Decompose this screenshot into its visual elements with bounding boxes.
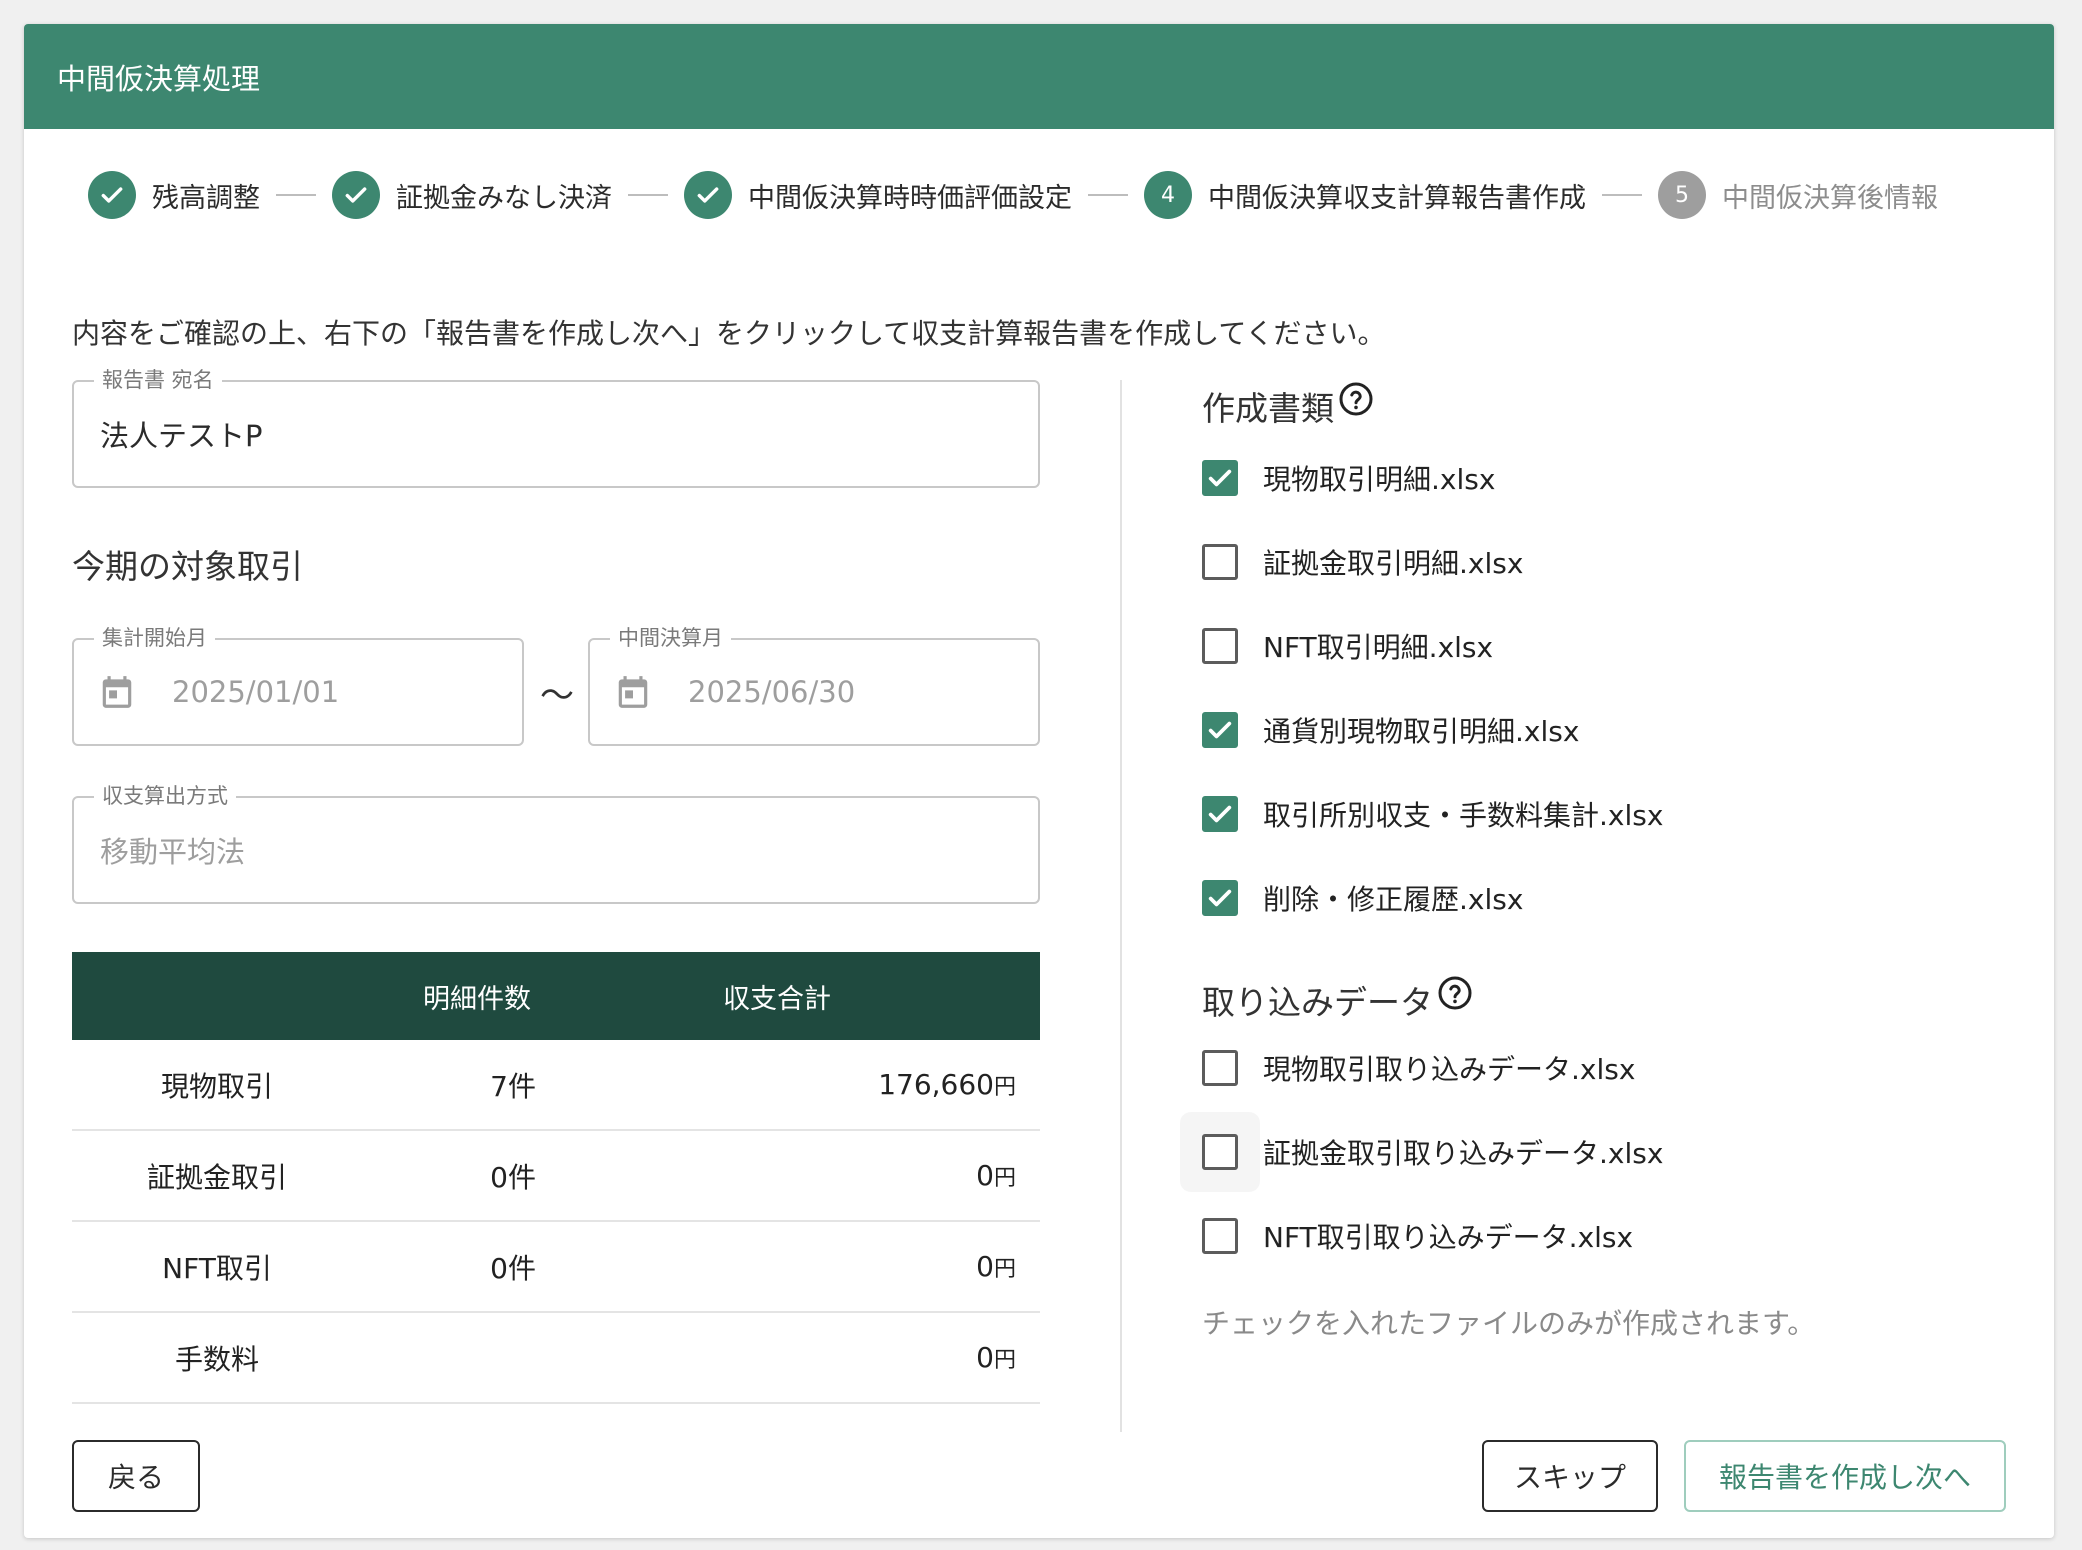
checkbox[interactable] bbox=[1202, 1218, 1238, 1254]
report-name-legend: 報告書 宛名 bbox=[94, 368, 222, 392]
step-connector bbox=[1088, 194, 1128, 196]
step-label: 残高調整 bbox=[152, 182, 260, 214]
checkbox-label[interactable]: 現物取引取り込みデータ.xlsx bbox=[1263, 1048, 1635, 1088]
dialog-header: 中間仮決算処理 bbox=[24, 24, 2054, 129]
row-count: 7件 bbox=[490, 1069, 536, 1103]
stepper: 残高調整 証拠金みなし決済 中間仮決算時時価評価設定 4 中間仮決算収支計算報告… bbox=[88, 169, 1938, 221]
start-date-legend: 集計開始月 bbox=[94, 626, 215, 650]
check-icon bbox=[1208, 889, 1232, 907]
checkbox-label[interactable]: 現物取引明細.xlsx bbox=[1263, 458, 1495, 498]
checkbox-row[interactable]: NFT取引明細.xlsx bbox=[1202, 624, 1493, 668]
start-date-value: 2025/01/01 bbox=[172, 675, 340, 709]
documents-section-title: 作成書類 bbox=[1202, 382, 1374, 430]
check-icon bbox=[1208, 469, 1232, 487]
checkbox-label[interactable]: 削除・修正履歴.xlsx bbox=[1263, 878, 1523, 918]
checkbox-label[interactable]: 取引所別収支・手数料集計.xlsx bbox=[1263, 794, 1663, 834]
skip-button[interactable]: スキップ bbox=[1482, 1440, 1658, 1512]
report-name-value[interactable]: 法人テストP bbox=[100, 413, 263, 455]
end-date-legend: 中間決算月 bbox=[610, 626, 731, 650]
checkbox[interactable] bbox=[1202, 796, 1238, 832]
end-date-value: 2025/06/30 bbox=[688, 675, 856, 709]
dialog-card: 中間仮決算処理 残高調整 証拠金みなし決済 中間仮決算時時価評価設定 4 中間仮… bbox=[24, 24, 2054, 1538]
row-total: 0円 bbox=[976, 1159, 1016, 1192]
step-label: 中間仮決算時時価評価設定 bbox=[748, 182, 1072, 214]
checkbox[interactable] bbox=[1202, 544, 1238, 580]
row-name: NFT取引 bbox=[162, 1251, 272, 1285]
checkbox-label[interactable]: 通貨別現物取引明細.xlsx bbox=[1263, 710, 1579, 750]
row-name: 証拠金取引 bbox=[146, 1160, 287, 1194]
checkbox[interactable] bbox=[1202, 1134, 1238, 1170]
date-range-separator: 〜 bbox=[540, 676, 574, 716]
checkbox-label[interactable]: 証拠金取引取り込みデータ.xlsx bbox=[1263, 1132, 1663, 1172]
check-icon bbox=[684, 171, 732, 219]
help-circle-icon[interactable] bbox=[1338, 381, 1374, 417]
checkbox-row[interactable]: 証拠金取引取り込みデータ.xlsx bbox=[1202, 1130, 1663, 1174]
step-label: 中間仮決算後情報 bbox=[1722, 182, 1938, 214]
start-date-field[interactable]: 集計開始月 2025/01/01 bbox=[72, 626, 524, 746]
calculation-method-value: 移動平均法 bbox=[100, 835, 246, 869]
step-connector bbox=[276, 194, 316, 196]
row-count: 0件 bbox=[490, 1160, 536, 1194]
check-icon bbox=[88, 171, 136, 219]
calendar-icon[interactable] bbox=[614, 672, 652, 712]
checkbox-label[interactable]: NFT取引取り込みデータ.xlsx bbox=[1263, 1216, 1633, 1256]
step-2: 証拠金みなし決済 bbox=[332, 171, 612, 219]
period-section-title: 今期の対象取引 bbox=[72, 547, 303, 586]
check-icon bbox=[332, 171, 380, 219]
checkbox[interactable] bbox=[1202, 880, 1238, 916]
check-icon bbox=[1208, 721, 1232, 739]
checkbox[interactable] bbox=[1202, 628, 1238, 664]
create-report-next-button[interactable]: 報告書を作成し次へ bbox=[1684, 1440, 2006, 1512]
help-circle-icon[interactable] bbox=[1437, 975, 1473, 1011]
calendar-icon[interactable] bbox=[98, 672, 136, 712]
step-label: 証拠金みなし決済 bbox=[396, 182, 612, 214]
step-label: 中間仮決算収支計算報告書作成 bbox=[1208, 182, 1586, 214]
row-total: 0円 bbox=[976, 1250, 1016, 1283]
end-date-field[interactable]: 中間決算月 2025/06/30 bbox=[588, 626, 1040, 746]
row-total: 0円 bbox=[976, 1341, 1016, 1374]
step-4: 4 中間仮決算収支計算報告書作成 bbox=[1144, 171, 1586, 219]
calculation-method-field: 収支算出方式 移動平均法 bbox=[72, 784, 1040, 904]
column-header-total: 収支合計 bbox=[723, 983, 831, 1015]
step-1: 残高調整 bbox=[88, 171, 260, 219]
summary-table: 明細件数 収支合計 現物取引 7件 176,660円 証拠金取引 0件 0円 N… bbox=[72, 952, 1040, 1404]
instruction-text: 内容をご確認の上、右下の「報告書を作成し次へ」をクリックして収支計算報告書を作成… bbox=[72, 317, 1386, 350]
table-row: NFT取引 0件 0円 bbox=[72, 1222, 1040, 1313]
checkbox-label[interactable]: 証拠金取引明細.xlsx bbox=[1263, 542, 1523, 582]
step-number: 5 bbox=[1658, 171, 1706, 219]
checkbox-row[interactable]: 現物取引明細.xlsx bbox=[1202, 456, 1495, 500]
check-icon bbox=[1208, 805, 1232, 823]
table-row: 手数料 0円 bbox=[72, 1313, 1040, 1404]
step-number: 4 bbox=[1144, 171, 1192, 219]
imports-section-title: 取り込みデータ bbox=[1202, 976, 1473, 1024]
dialog-title: 中間仮決算処理 bbox=[57, 61, 261, 96]
checkbox-row[interactable]: 証拠金取引明細.xlsx bbox=[1202, 540, 1523, 584]
checkbox[interactable] bbox=[1202, 712, 1238, 748]
back-button[interactable]: 戻る bbox=[72, 1440, 200, 1512]
calculation-method-legend: 収支算出方式 bbox=[94, 784, 236, 808]
column-divider bbox=[1120, 380, 1122, 1432]
row-count: 0件 bbox=[490, 1251, 536, 1285]
step-connector bbox=[1602, 194, 1642, 196]
checkbox[interactable] bbox=[1202, 460, 1238, 496]
checkbox-row[interactable]: 削除・修正履歴.xlsx bbox=[1202, 876, 1523, 920]
step-connector bbox=[628, 194, 668, 196]
checkbox-row[interactable]: NFT取引取り込みデータ.xlsx bbox=[1202, 1214, 1633, 1258]
row-name: 手数料 bbox=[174, 1342, 259, 1376]
checkbox[interactable] bbox=[1202, 1050, 1238, 1086]
column-header-count: 明細件数 bbox=[423, 983, 531, 1015]
row-total: 176,660円 bbox=[878, 1068, 1016, 1101]
checkbox-row[interactable]: 取引所別収支・手数料集計.xlsx bbox=[1202, 792, 1663, 836]
checkbox-label[interactable]: NFT取引明細.xlsx bbox=[1263, 626, 1493, 666]
step-5: 5 中間仮決算後情報 bbox=[1658, 171, 1938, 219]
table-row: 証拠金取引 0件 0円 bbox=[72, 1131, 1040, 1222]
row-name: 現物取引 bbox=[160, 1069, 273, 1103]
table-row: 現物取引 7件 176,660円 bbox=[72, 1040, 1040, 1131]
report-name-field[interactable]: 報告書 宛名 法人テストP bbox=[72, 368, 1040, 488]
checkbox-row[interactable]: 現物取引取り込みデータ.xlsx bbox=[1202, 1046, 1635, 1090]
checkbox-row[interactable]: 通貨別現物取引明細.xlsx bbox=[1202, 708, 1579, 752]
step-3: 中間仮決算時時価評価設定 bbox=[684, 171, 1072, 219]
import-note: チェックを入れたファイルのみが作成されます。 bbox=[1202, 1307, 1816, 1340]
table-header: 明細件数 収支合計 bbox=[72, 952, 1040, 1040]
